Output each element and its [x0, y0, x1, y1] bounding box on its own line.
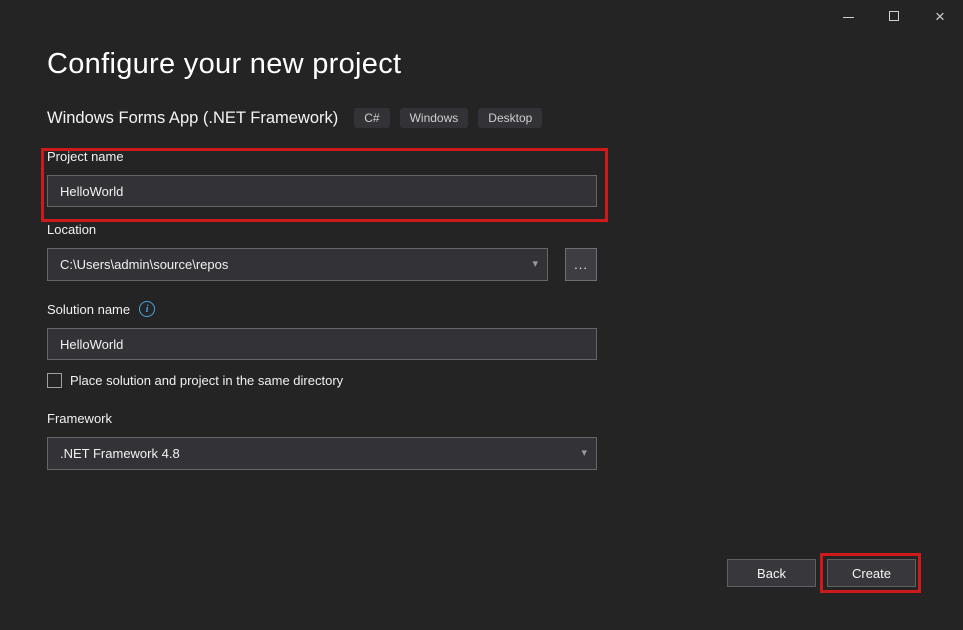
project-name-label: Project name: [47, 149, 597, 164]
title-bar: ×: [0, 0, 963, 32]
close-button[interactable]: ×: [917, 0, 963, 32]
tag-platform: Windows: [400, 108, 469, 128]
chevron-down-icon: ▾: [533, 259, 539, 270]
info-icon[interactable]: i: [139, 301, 155, 317]
solution-name-input[interactable]: [47, 328, 597, 360]
same-directory-checkbox[interactable]: [47, 373, 62, 388]
create-button[interactable]: Create: [827, 559, 916, 587]
browse-button[interactable]: ...: [565, 248, 597, 281]
location-value: C:\Users\admin\source\repos: [60, 257, 228, 272]
maximize-icon: [889, 11, 899, 21]
template-row: Windows Forms App (.NET Framework) C# Wi…: [47, 108, 916, 128]
tag-language: C#: [354, 108, 389, 128]
chevron-down-icon: ▾: [581, 448, 587, 459]
footer-buttons: Back Create: [727, 559, 916, 587]
template-name: Windows Forms App (.NET Framework): [47, 109, 338, 128]
tag-project-type: Desktop: [478, 108, 542, 128]
location-combobox[interactable]: C:\Users\admin\source\repos ▾: [47, 248, 548, 281]
project-name-input[interactable]: [47, 175, 597, 207]
location-label: Location: [47, 222, 597, 237]
close-icon: ×: [935, 8, 945, 25]
minimize-icon: [843, 17, 854, 18]
framework-label: Framework: [47, 411, 597, 426]
solution-name-label: Solution name: [47, 302, 130, 317]
same-directory-row: Place solution and project in the same d…: [47, 373, 597, 388]
framework-combobox[interactable]: .NET Framework 4.8 ▾: [47, 437, 597, 470]
maximize-button[interactable]: [871, 0, 917, 32]
template-tags: C# Windows Desktop: [354, 108, 542, 128]
same-directory-label: Place solution and project in the same d…: [70, 373, 343, 388]
minimize-button[interactable]: [825, 0, 871, 32]
framework-value: .NET Framework 4.8: [60, 446, 180, 461]
back-button[interactable]: Back: [727, 559, 816, 587]
page-title: Configure your new project: [47, 48, 916, 81]
